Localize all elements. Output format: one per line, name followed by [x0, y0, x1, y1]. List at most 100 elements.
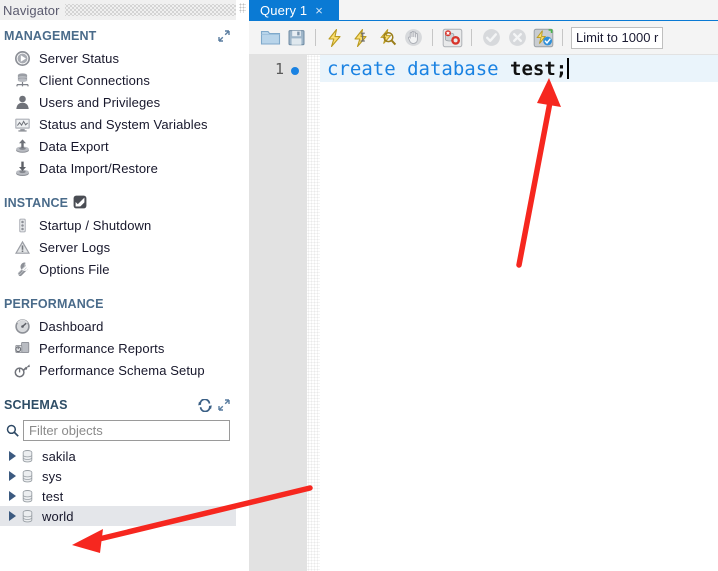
schema-tree: sakila sys test world	[0, 446, 236, 526]
section-performance: PERFORMANCE Dashboard Performance Report…	[0, 294, 236, 381]
gutter-edge-strip	[307, 55, 320, 571]
section-header-icons-management	[218, 30, 230, 42]
sidebar-item-performance-schema-setup[interactable]: Performance Schema Setup	[0, 359, 236, 381]
sidebar-item-options-file[interactable]: Options File	[0, 258, 236, 280]
sidebar-item-server-status[interactable]: Server Status	[0, 47, 236, 69]
sql-line-1[interactable]: create database test;	[320, 55, 718, 82]
sidebar-item-server-logs[interactable]: Server Logs	[0, 236, 236, 258]
expand-icon[interactable]	[218, 399, 230, 411]
execute-statement-icon[interactable]	[322, 25, 348, 51]
server-logs-icon	[13, 238, 32, 256]
expand-icon[interactable]	[218, 30, 230, 42]
schema-tree-item-test[interactable]: test	[0, 486, 236, 506]
sidebar-item-users-and-privileges[interactable]: Users and Privileges	[0, 91, 236, 113]
section-title-management: MANAGEMENT	[4, 29, 97, 43]
editor-gutter[interactable]: 1	[249, 55, 307, 571]
startup-shutdown-icon	[13, 216, 32, 234]
section-management: MANAGEMENT Server Status Client Connecti…	[0, 26, 236, 179]
performance-schema-icon	[13, 361, 32, 379]
line-number: 1	[274, 60, 284, 78]
chevron-right-icon[interactable]	[5, 471, 19, 481]
section-header-instance: INSTANCE	[0, 193, 236, 213]
server-status-icon	[13, 49, 32, 67]
users-privileges-icon	[13, 93, 32, 111]
chevron-right-icon[interactable]	[5, 511, 19, 521]
schema-tree-item-sakila[interactable]: sakila	[0, 446, 236, 466]
limit-rows-dropdown[interactable]: Limit to 1000 r	[571, 26, 664, 49]
search-input[interactable]: Filter objects	[23, 419, 230, 441]
sql-text-body[interactable]: create database test;	[320, 55, 718, 571]
execute-current-statement-icon[interactable]	[348, 25, 374, 51]
panel-splitter[interactable]	[237, 0, 249, 571]
query-toolbar: Limit to 1000 r	[249, 21, 718, 55]
chevron-right-icon[interactable]	[5, 491, 19, 501]
sidebar-item-label: Performance Reports	[39, 340, 165, 356]
navigator-sidebar: Navigator MANAGEMENT Server Status Clien…	[0, 0, 237, 571]
options-file-icon	[13, 260, 32, 278]
sidebar-item-dashboard[interactable]: Dashboard	[0, 315, 236, 337]
search-icon	[5, 424, 19, 437]
schema-filter-row: Filter objects	[0, 418, 236, 442]
section-title-performance: PERFORMANCE	[4, 297, 104, 311]
search-input-placeholder: Filter objects	[29, 422, 103, 438]
save-script-icon[interactable]	[283, 25, 309, 51]
performance-reports-icon	[13, 339, 32, 357]
database-icon	[19, 509, 36, 524]
open-script-icon[interactable]	[257, 25, 283, 51]
section-header-schemas: SCHEMAS	[0, 395, 236, 415]
sql-code-area[interactable]: 1 create database test;	[249, 55, 718, 571]
explain-statement-icon[interactable]	[374, 25, 400, 51]
tab-query-1[interactable]: Query 1 ×	[249, 0, 339, 21]
close-icon[interactable]: ×	[315, 4, 323, 17]
database-icon	[19, 489, 36, 504]
sidebar-item-label: Dashboard	[39, 318, 104, 334]
schema-tree-item-sys[interactable]: sys	[0, 466, 236, 486]
section-title-instance: INSTANCE	[4, 196, 69, 210]
schema-name: test	[42, 488, 64, 504]
splitter-grip-icon	[239, 3, 246, 13]
section-header-performance: PERFORMANCE	[0, 294, 236, 314]
section-header-management: MANAGEMENT	[0, 26, 236, 46]
navigator-header: Navigator	[0, 0, 236, 20]
sidebar-item-label: Data Import/Restore	[39, 160, 158, 176]
sidebar-item-data-import-restore[interactable]: Data Import/Restore	[0, 157, 236, 179]
schema-tree-item-world[interactable]: world	[0, 506, 236, 526]
dashboard-icon	[13, 317, 32, 335]
sidebar-item-startup-shutdown[interactable]: Startup / Shutdown	[0, 214, 236, 236]
mysql-workbench-window: Navigator MANAGEMENT Server Status Clien…	[0, 0, 718, 571]
toggle-stop-on-error-icon[interactable]	[439, 25, 465, 51]
section-title-schemas: SCHEMAS	[4, 398, 68, 412]
management-item-list: Server Status Client Connections Users a…	[0, 47, 236, 179]
stop-execution-icon[interactable]	[400, 25, 426, 51]
sidebar-item-label: Performance Schema Setup	[39, 362, 205, 378]
query-editor-pane: Query 1 × Limit to 1000 r 1 create datab…	[249, 0, 718, 571]
data-export-icon	[13, 137, 32, 155]
statement-marker-icon	[291, 67, 299, 75]
sidebar-item-label: Users and Privileges	[39, 94, 161, 110]
instance-item-list: Startup / Shutdown Server Logs Options F…	[0, 214, 236, 280]
sidebar-item-label: Data Export	[39, 138, 109, 154]
sql-identifier-text: test;	[510, 57, 568, 80]
section-instance: INSTANCE Startup / Shutdown Server Logs …	[0, 193, 236, 280]
sidebar-item-label: Options File	[39, 261, 110, 277]
data-import-icon	[13, 159, 32, 177]
schema-name: sys	[42, 468, 62, 484]
sidebar-item-label: Server Logs	[39, 239, 111, 255]
sidebar-item-client-connections[interactable]: Client Connections	[0, 69, 236, 91]
sidebar-item-label: Startup / Shutdown	[39, 217, 152, 233]
editor-tabstrip: Query 1 ×	[249, 0, 718, 21]
sidebar-item-status-and-system-variables[interactable]: Status and System Variables	[0, 113, 236, 135]
performance-item-list: Dashboard Performance Reports Performanc…	[0, 315, 236, 381]
refresh-icon[interactable]	[198, 398, 212, 413]
toolbar-separator	[562, 29, 563, 46]
autocommit-icon[interactable]	[530, 25, 556, 51]
sidebar-item-performance-reports[interactable]: Performance Reports	[0, 337, 236, 359]
sidebar-item-label: Status and System Variables	[39, 116, 208, 132]
chevron-right-icon[interactable]	[5, 451, 19, 461]
sql-keyword-text: create database	[327, 57, 511, 80]
text-caret	[567, 58, 569, 79]
toolbar-separator	[432, 29, 433, 46]
rollback-icon[interactable]	[504, 25, 530, 51]
commit-icon[interactable]	[478, 25, 504, 51]
sidebar-item-data-export[interactable]: Data Export	[0, 135, 236, 157]
